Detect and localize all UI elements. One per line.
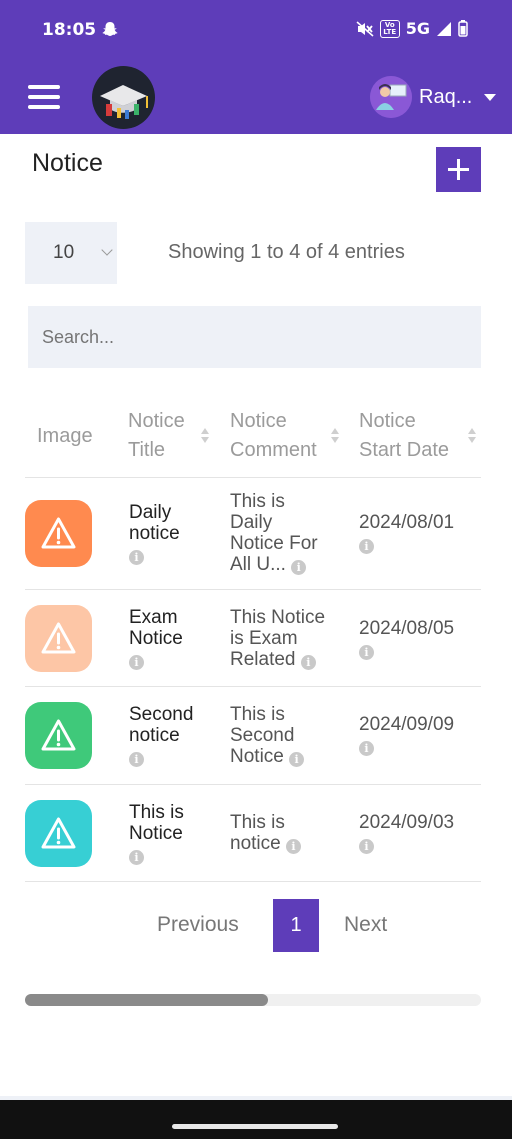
app-bar: Raq... bbox=[0, 62, 512, 134]
chevron-down-icon bbox=[101, 244, 113, 256]
notice-image bbox=[25, 605, 92, 672]
school-logo[interactable] bbox=[92, 66, 155, 129]
info-icon[interactable]: i bbox=[129, 550, 144, 565]
info-icon[interactable]: i bbox=[300, 655, 316, 670]
warning-icon bbox=[41, 719, 76, 751]
notice-comment: This is Second Notice i bbox=[230, 704, 305, 767]
info-icon[interactable]: i bbox=[359, 539, 374, 554]
search-input[interactable] bbox=[28, 306, 481, 368]
sort-icon[interactable] bbox=[331, 426, 339, 446]
warning-icon bbox=[41, 517, 76, 549]
horizontal-scrollbar[interactable] bbox=[25, 994, 481, 1006]
notice-image bbox=[25, 702, 92, 769]
battery-icon bbox=[458, 20, 468, 37]
notice-title: Daily notice i bbox=[129, 502, 180, 565]
notice-image bbox=[25, 500, 92, 567]
notice-start-date: 2024/08/01 i bbox=[359, 512, 455, 554]
page-1-button[interactable]: 1 bbox=[273, 899, 319, 952]
notice-comment: This is notice i bbox=[230, 812, 301, 854]
notice-title: Second notice i bbox=[129, 704, 194, 767]
network-label: 5G bbox=[405, 19, 430, 38]
user-avatar bbox=[370, 76, 412, 118]
previous-page-button[interactable]: Previous bbox=[157, 913, 239, 937]
status-bar: 18:05 Vo LTE 5G bbox=[0, 0, 512, 62]
warning-icon bbox=[41, 622, 76, 654]
notice-comment: This is Daily Notice For All U... i bbox=[230, 491, 318, 575]
notice-title: This is Notice i bbox=[129, 802, 184, 865]
header-notice-title[interactable]: Notice Title bbox=[128, 407, 185, 465]
page-title: Notice bbox=[32, 149, 103, 177]
header-image[interactable]: Image bbox=[37, 422, 93, 451]
notice-comment: This Notice is Exam Related i bbox=[230, 607, 326, 670]
header-notice-comment[interactable]: Notice Comment bbox=[230, 407, 317, 465]
notice-title: Exam Notice i bbox=[129, 607, 183, 670]
add-notice-button[interactable] bbox=[436, 147, 481, 192]
info-icon[interactable]: i bbox=[129, 850, 144, 865]
warning-icon bbox=[41, 817, 76, 849]
info-icon[interactable]: i bbox=[289, 752, 305, 767]
table-row[interactable]: Second notice i This is Second Notice i … bbox=[25, 687, 481, 785]
sort-icon[interactable] bbox=[201, 426, 209, 446]
info-icon[interactable]: i bbox=[291, 560, 307, 575]
notice-start-date: 2024/08/05 i bbox=[359, 618, 455, 660]
page-length-select[interactable]: 10 bbox=[25, 222, 117, 284]
status-time: 18:05 bbox=[42, 20, 97, 40]
mute-icon bbox=[356, 20, 374, 37]
info-icon[interactable]: i bbox=[129, 752, 144, 767]
next-page-button[interactable]: Next bbox=[344, 913, 387, 937]
table-row[interactable]: This is Notice i This is notice i 2024/0… bbox=[25, 785, 481, 882]
info-icon[interactable]: i bbox=[285, 839, 301, 854]
user-name: Raq... bbox=[419, 85, 473, 108]
notice-image bbox=[25, 800, 92, 867]
user-menu[interactable]: Raq... bbox=[370, 76, 497, 118]
header-notice-start-date[interactable]: Notice Start Date bbox=[359, 407, 449, 465]
status-icons: Vo LTE 5G bbox=[356, 19, 468, 38]
info-icon[interactable]: i bbox=[359, 839, 374, 854]
snapchat-icon bbox=[102, 22, 118, 36]
info-icon[interactable]: i bbox=[359, 741, 374, 756]
caret-down-icon bbox=[484, 93, 497, 101]
menu-icon[interactable] bbox=[28, 85, 60, 109]
notice-start-date: 2024/09/03 i bbox=[359, 812, 455, 854]
pagination: Previous 1 Next bbox=[0, 899, 512, 952]
graduation-cap-icon bbox=[92, 66, 155, 129]
home-gesture-handle[interactable] bbox=[172, 1124, 338, 1129]
table-info: Showing 1 to 4 of 4 entries bbox=[168, 241, 405, 263]
info-icon[interactable]: i bbox=[129, 655, 144, 670]
signal-icon bbox=[437, 21, 451, 36]
scrollbar-thumb[interactable] bbox=[25, 994, 268, 1006]
table-row[interactable]: Daily notice i This is Daily Notice For … bbox=[25, 478, 481, 590]
table-row[interactable]: Exam Notice i This Notice is Exam Relate… bbox=[25, 590, 481, 687]
notice-table: Image Notice Title Notice Comment Notice… bbox=[25, 400, 481, 882]
info-icon[interactable]: i bbox=[359, 645, 374, 660]
system-nav-bar bbox=[0, 1100, 512, 1139]
table-header: Image Notice Title Notice Comment Notice… bbox=[25, 400, 481, 478]
page-length-value: 10 bbox=[53, 242, 75, 263]
notice-start-date: 2024/09/09 i bbox=[359, 714, 455, 756]
volte-icon: Vo LTE bbox=[379, 19, 400, 38]
sort-icon[interactable] bbox=[468, 426, 476, 446]
